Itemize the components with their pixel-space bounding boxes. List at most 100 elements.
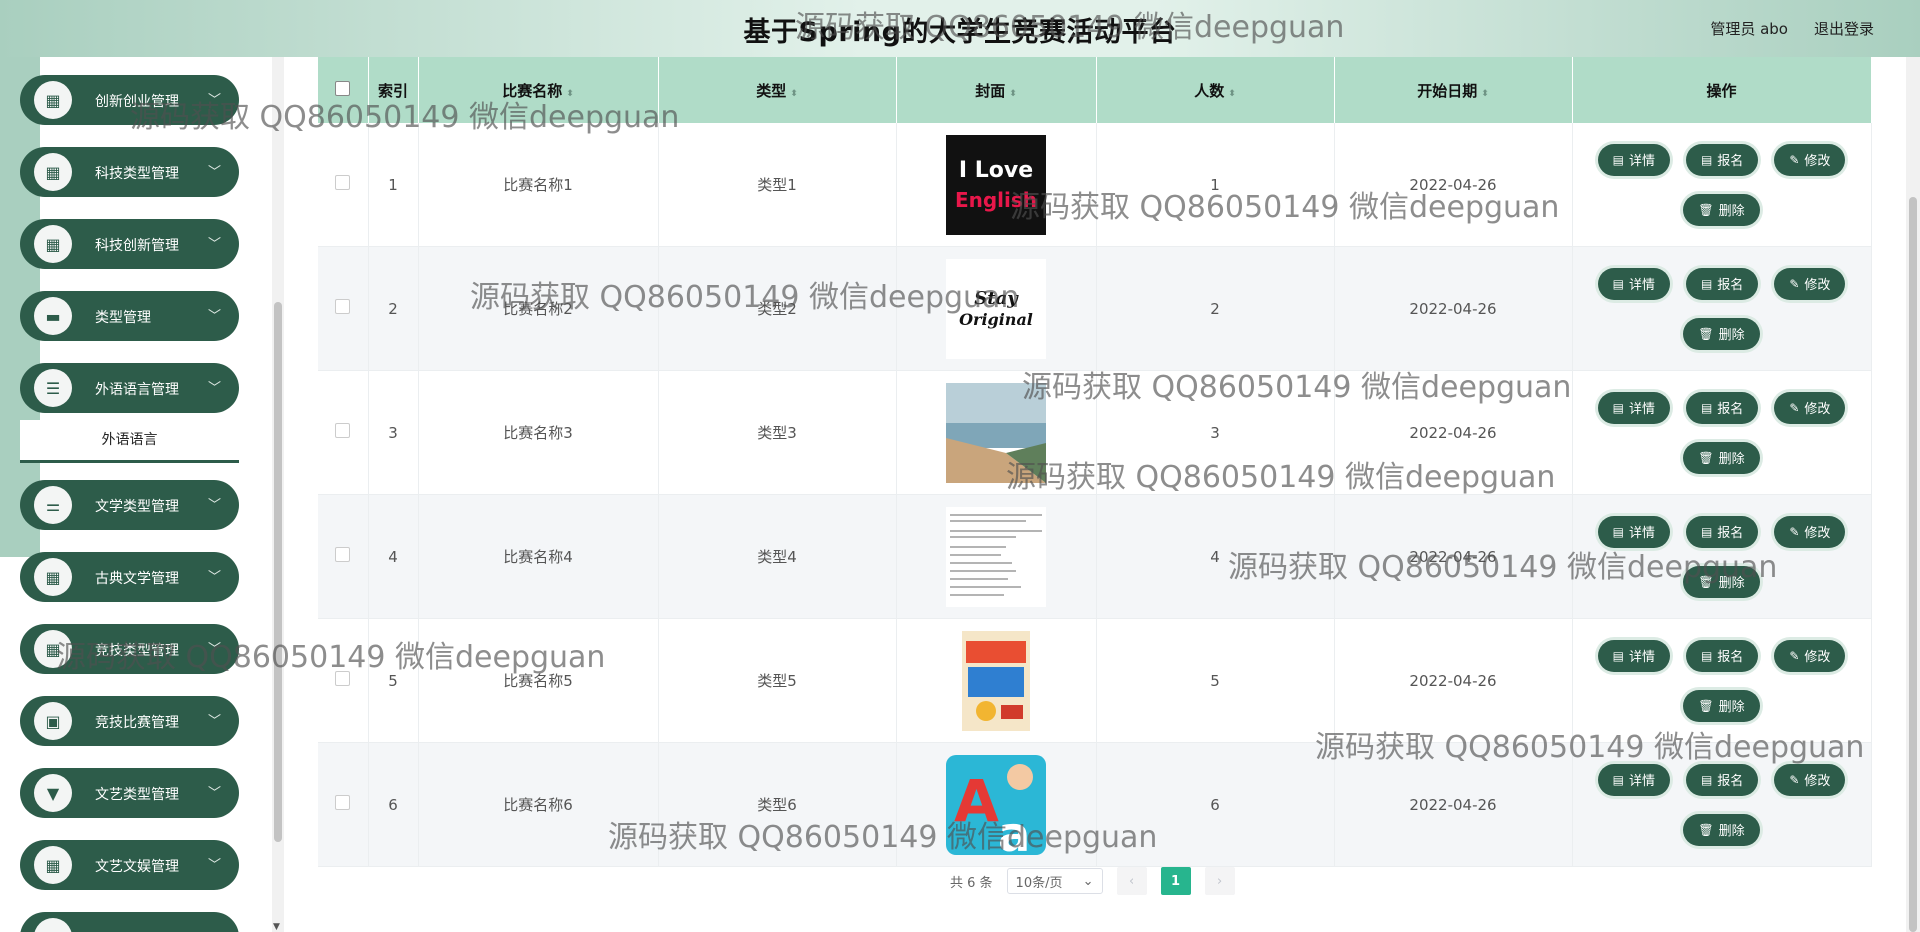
sidebar-item-tech-innovation[interactable]: ▦ 科技创新管理 ﹀ — [20, 219, 239, 269]
detail-button[interactable]: ▤ 详情 — [1597, 391, 1670, 424]
row-checkbox[interactable] — [335, 175, 351, 190]
header-user-area: 管理员 abo 退出登录 — [1710, 18, 1874, 39]
row-select-cell[interactable] — [318, 123, 369, 247]
trash-icon: 🗑 — [1698, 698, 1714, 713]
cover-image: StayOriginal — [946, 258, 1046, 359]
row-count: 2 — [1096, 246, 1335, 371]
signup-button[interactable]: ▤ 报名 — [1685, 267, 1759, 300]
edit-button[interactable]: ✎ 修改 — [1774, 391, 1846, 424]
chevron-down-icon: ﹀ — [207, 498, 221, 513]
grid-icon: ▦ — [34, 558, 72, 596]
col-type[interactable]: 类型 ⬍ — [658, 57, 897, 123]
row-checkbox[interactable] — [335, 423, 351, 438]
edit-button[interactable]: ✎ 修改 — [1774, 267, 1846, 300]
col-index-label: 索引 — [377, 81, 408, 100]
sidebar-item-competition[interactable]: ▣ 竞技比赛管理 ﹀ — [20, 696, 239, 746]
col-cover[interactable]: 封面 ⬍ — [896, 57, 1097, 123]
sidebar: ▦ 创新创业管理 ﹀ ▦ 科技类型管理 ﹀ ▦ 科技创新管理 ﹀ ▬ 类型管理 … — [0, 57, 272, 932]
row-type: 类型3 — [658, 370, 897, 495]
sidebar-scrollbar[interactable]: ▼ — [272, 57, 284, 932]
col-name[interactable]: 比赛名称 ⬍ — [418, 57, 659, 123]
page-size-select[interactable]: 10条/页 ⌄ — [1006, 868, 1103, 894]
delete-button[interactable]: 🗑 删除 — [1683, 317, 1760, 350]
sort-icon[interactable]: ⬍ — [1228, 89, 1236, 99]
row-date: 2022-04-26 — [1334, 123, 1573, 247]
sort-icon[interactable]: ⬍ — [1009, 89, 1017, 99]
edit-button[interactable]: ✎ 修改 — [1774, 515, 1846, 548]
signup-button[interactable]: ▤ 报名 — [1685, 391, 1759, 424]
edit-button[interactable]: ✎ 修改 — [1774, 763, 1846, 796]
delete-button[interactable]: 🗑 删除 — [1683, 441, 1760, 474]
col-count[interactable]: 人数 ⬍ — [1096, 57, 1335, 123]
row-select-cell[interactable] — [318, 246, 369, 371]
sidebar-item-art-entertainment[interactable]: ▦ 文艺文娱管理 ﹀ — [20, 840, 239, 890]
signup-button[interactable]: ▤ 报名 — [1685, 763, 1759, 796]
col-date[interactable]: 开始日期 ⬍ — [1334, 57, 1573, 123]
row-select-cell[interactable] — [318, 618, 369, 743]
sidebar-item-literature-type[interactable]: ⚌ 文学类型管理 ﹀ — [20, 480, 239, 530]
detail-button[interactable]: ▤ 详情 — [1597, 143, 1670, 176]
edit-button[interactable]: ✎ 修改 — [1774, 143, 1846, 176]
sidebar-item-classical-literature[interactable]: ▦ 古典文学管理 ﹀ — [20, 552, 239, 602]
signup-button[interactable]: ▤ 报名 — [1685, 143, 1759, 176]
sidebar-scrollbar-thumb[interactable] — [274, 302, 282, 842]
grid-icon: ▦ — [34, 153, 72, 191]
sidebar-item-tech-type[interactable]: ▦ 科技类型管理 ﹀ — [20, 147, 239, 197]
sidebar-item-art-type[interactable]: ▼ 文艺类型管理 ﹀ — [20, 768, 239, 818]
delete-button[interactable]: 🗑 删除 — [1683, 813, 1760, 846]
next-page-button[interactable]: › — [1204, 867, 1235, 895]
detail-button[interactable]: ▤ 详情 — [1597, 639, 1670, 672]
row-select-cell[interactable] — [318, 494, 369, 619]
col-type-label: 类型 — [756, 81, 787, 100]
submenu-foreign-language[interactable]: 外语语言 — [20, 420, 239, 463]
row-checkbox[interactable] — [335, 547, 351, 562]
signup-button[interactable]: ▤ 报名 — [1685, 639, 1759, 672]
page-size-value: 10条/页 — [1015, 875, 1063, 891]
select-all-cell[interactable] — [318, 57, 369, 123]
delete-button[interactable]: 🗑 删除 — [1683, 565, 1760, 598]
detail-button[interactable]: ▤ 详情 — [1597, 515, 1670, 548]
delete-button-label: 删除 — [1718, 452, 1745, 467]
delete-button[interactable]: 🗑 删除 — [1683, 689, 1760, 722]
edit-button[interactable]: ✎ 修改 — [1774, 639, 1846, 672]
document-icon: ▤ — [1700, 524, 1713, 539]
sort-icon[interactable]: ⬍ — [1481, 89, 1489, 99]
row-index: 4 — [368, 494, 419, 619]
sort-icon[interactable]: ⬍ — [566, 89, 574, 99]
main-scrollbar[interactable] — [1906, 57, 1920, 932]
row-date: 2022-04-26 — [1334, 494, 1573, 619]
edit-button-label: 修改 — [1804, 278, 1831, 293]
signup-button[interactable]: ▤ 报名 — [1685, 515, 1759, 548]
detail-button[interactable]: ▤ 详情 — [1597, 763, 1670, 796]
row-select-cell[interactable] — [318, 370, 369, 495]
grid-icon: ▦ — [34, 81, 72, 119]
col-index[interactable]: 索引 — [368, 57, 419, 123]
logout-link[interactable]: 退出登录 — [1814, 18, 1874, 39]
row-checkbox[interactable] — [335, 795, 351, 810]
page-number-current[interactable]: 1 — [1160, 867, 1191, 895]
row-checkbox[interactable] — [335, 299, 351, 314]
delete-button[interactable]: 🗑 删除 — [1683, 193, 1760, 226]
scroll-down-arrow-icon[interactable]: ▼ — [273, 922, 280, 932]
row-select-cell[interactable] — [318, 742, 369, 867]
detail-button[interactable]: ▤ 详情 — [1597, 267, 1670, 300]
prev-page-button[interactable]: ‹ — [1116, 867, 1147, 895]
sidebar-item-foreign-language[interactable]: ☰ 外语语言管理 ﹀ — [20, 363, 239, 413]
grid-icon: ▦ — [34, 225, 72, 263]
sidebar-item-type[interactable]: ▬ 类型管理 ﹀ — [20, 291, 239, 341]
row-ops: ▤ 详情 ▤ 报名 ✎ 修改 🗑 删除 — [1572, 742, 1872, 867]
svg-text:English: English — [955, 188, 1037, 212]
select-all-checkbox[interactable] — [335, 80, 351, 96]
row-date: 2022-04-26 — [1334, 618, 1573, 743]
sidebar-item-innovation[interactable]: ▦ 创新创业管理 ﹀ — [20, 75, 239, 125]
row-ops: ▤ 详情 ▤ 报名 ✎ 修改 🗑 删除 — [1572, 370, 1872, 495]
chevron-down-icon: ﹀ — [207, 237, 221, 252]
main-scrollbar-thumb[interactable] — [1909, 197, 1917, 932]
pencil-icon: ✎ — [1789, 772, 1800, 787]
row-count: 5 — [1096, 618, 1335, 743]
row-checkbox[interactable] — [335, 671, 351, 686]
sidebar-item-more[interactable]: ▦ — [20, 912, 239, 932]
sort-icon[interactable]: ⬍ — [790, 89, 798, 99]
col-ops-label: 操作 — [1706, 81, 1737, 100]
sidebar-item-competition-type[interactable]: ▦ 竞技类型管理 ﹀ — [20, 624, 239, 674]
